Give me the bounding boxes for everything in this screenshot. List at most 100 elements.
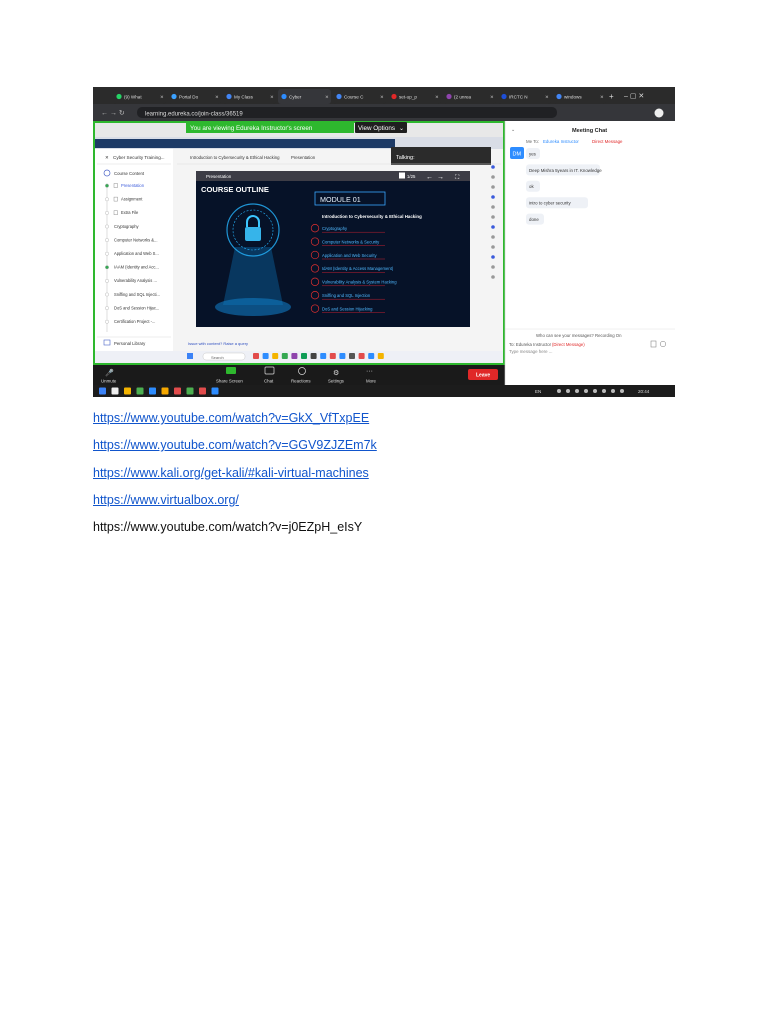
tool-icon[interactable]: [491, 265, 495, 269]
query-link[interactable]: Issue with content? Raise a query: [188, 341, 248, 346]
tray-icon[interactable]: [602, 389, 606, 393]
lock-icon: [245, 227, 261, 241]
lms-item[interactable]: Computer Networks &...: [114, 237, 157, 242]
app-icon[interactable]: [301, 353, 307, 359]
app-icon[interactable]: [320, 353, 327, 359]
app-icon[interactable]: [329, 353, 336, 359]
status-dot: [105, 265, 109, 270]
lms-item[interactable]: Assignment: [121, 197, 143, 202]
tab-label: set-up_p: [399, 95, 417, 100]
nav-buttons[interactable]: ← → ↻: [101, 110, 125, 117]
close-icon[interactable]: ✕: [490, 95, 494, 100]
tool-icon[interactable]: [491, 235, 495, 239]
tray-icon[interactable]: [611, 389, 615, 393]
personal-library[interactable]: Personal Library: [114, 341, 146, 346]
app-icon[interactable]: [161, 387, 169, 395]
lms-item[interactable]: Extra File: [121, 210, 139, 215]
link-virtualbox[interactable]: https://www.virtualbox.org/: [93, 487, 693, 514]
share-screen-icon[interactable]: [226, 367, 236, 374]
tray-icon[interactable]: [566, 389, 570, 393]
topic-item: Vulnerability Analysis & System Hacking: [322, 280, 397, 285]
app-icon[interactable]: [211, 387, 219, 395]
app-icon[interactable]: [272, 353, 279, 359]
favicon-icon: [281, 93, 287, 100]
tray-icon[interactable]: [557, 389, 561, 393]
app-icon[interactable]: [174, 387, 181, 395]
close-icon[interactable]: ✕: [600, 95, 604, 100]
app-icon[interactable]: [339, 353, 346, 359]
close-icon[interactable]: ✕: [105, 155, 109, 160]
tool-icon[interactable]: [491, 165, 495, 169]
link-youtube-2[interactable]: https://www.youtube.com/watch?v=GGV9ZJZE…: [93, 432, 693, 459]
profile-avatar[interactable]: [654, 108, 664, 118]
chat-input[interactable]: Type message here ...: [509, 349, 552, 354]
tray-icon[interactable]: [584, 389, 588, 393]
link-youtube-1[interactable]: https://www.youtube.com/watch?v=GkX_VfTx…: [93, 405, 693, 432]
close-icon[interactable]: ✕: [545, 95, 549, 100]
who-can-see[interactable]: Who can see your messages? Recording On: [536, 333, 622, 338]
tool-icon[interactable]: [491, 205, 495, 209]
tool-icon[interactable]: [491, 215, 495, 219]
lms-item[interactable]: Vulnerability Analysis ...: [114, 278, 157, 283]
page-icon: [399, 172, 405, 179]
tray-icon[interactable]: [593, 389, 597, 393]
chat-message: ok: [529, 184, 534, 189]
app-icon[interactable]: [124, 387, 131, 395]
favicon-icon: [171, 93, 177, 100]
app-icon[interactable]: [281, 353, 288, 359]
app-icon[interactable]: [262, 353, 269, 359]
lms-item[interactable]: IAAM (Identity and Acc...: [114, 265, 159, 270]
favicon-icon: [501, 93, 507, 100]
close-icon[interactable]: ✕: [435, 95, 439, 100]
tool-icon[interactable]: [491, 195, 495, 199]
lms-item[interactable]: Application and Web S...: [114, 251, 159, 256]
chat-to-footer[interactable]: To: Edureka Instructor: [509, 342, 552, 347]
windows-start-icon[interactable]: [187, 353, 193, 359]
link-kali[interactable]: https://www.kali.org/get-kali/#kali-virt…: [93, 460, 693, 487]
close-icon[interactable]: ✕: [270, 95, 274, 100]
app-icon[interactable]: [358, 353, 365, 359]
tool-icon[interactable]: [491, 275, 495, 279]
tab-label: Cyber: [289, 95, 302, 100]
favicon-icon: [336, 93, 342, 100]
app-icon[interactable]: [291, 353, 298, 359]
tray-icon[interactable]: [620, 389, 624, 393]
app-icon[interactable]: [253, 353, 259, 359]
lms-item[interactable]: DoS and Session Hijac...: [114, 305, 159, 310]
app-icon[interactable]: [199, 387, 206, 395]
tool-icon[interactable]: [491, 175, 495, 179]
app-icon[interactable]: [310, 353, 317, 359]
chevron-down-icon[interactable]: ⌄: [511, 127, 515, 133]
lms-item[interactable]: Certification Project -...: [114, 319, 155, 324]
gear-icon[interactable]: ⚙: [333, 369, 339, 377]
app-icon[interactable]: [368, 353, 375, 359]
tool-icon[interactable]: [491, 185, 495, 189]
app-icon[interactable]: [186, 387, 194, 395]
tool-icon[interactable]: [491, 245, 495, 249]
close-icon[interactable]: ✕: [380, 95, 384, 100]
favicon-icon: [556, 93, 562, 100]
mic-muted-icon[interactable]: 🎤: [105, 368, 114, 377]
windows-start-icon[interactable]: [99, 387, 106, 395]
close-icon[interactable]: ✕: [160, 95, 164, 100]
tool-icon[interactable]: [491, 225, 495, 229]
tray-icon[interactable]: [575, 389, 579, 393]
tool-icon[interactable]: [491, 255, 495, 259]
more-icon[interactable]: ···: [366, 368, 373, 375]
page-indicator: 1/25: [407, 174, 416, 179]
close-icon[interactable]: ✕: [215, 95, 219, 100]
lms-item[interactable]: Cryptography: [114, 224, 140, 229]
close-icon[interactable]: ✕: [325, 95, 329, 100]
app-icon[interactable]: [136, 387, 144, 395]
lms-item[interactable]: Sniffing and SQL Injecti...: [114, 292, 160, 297]
lms-breadcrumb-tab[interactable]: Presentation: [291, 155, 316, 160]
app-icon[interactable]: [377, 353, 384, 359]
leave-label: Leave: [476, 373, 490, 379]
prev-slide-icon[interactable]: ←: [426, 174, 433, 181]
lms-item[interactable]: Presentation: [121, 183, 145, 188]
next-slide-icon[interactable]: →: [437, 174, 444, 181]
app-icon[interactable]: [149, 387, 156, 395]
new-tab-icon[interactable]: +: [609, 92, 614, 101]
app-icon[interactable]: [349, 353, 355, 359]
app-icon[interactable]: [111, 387, 119, 395]
